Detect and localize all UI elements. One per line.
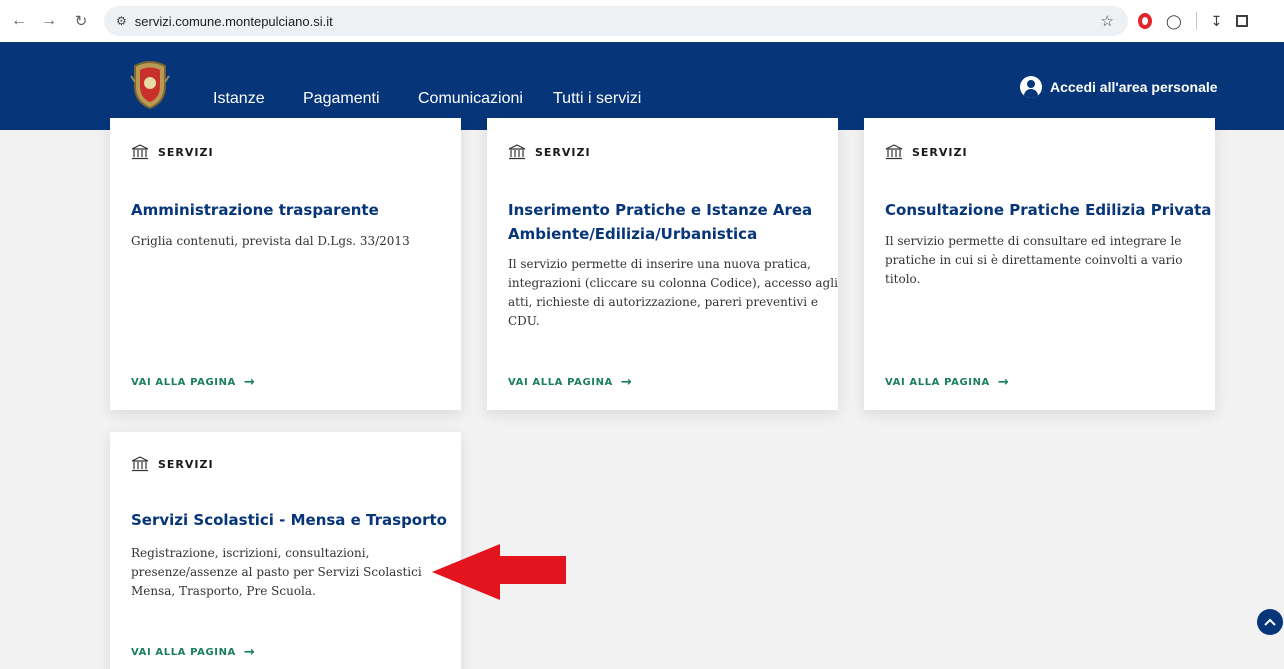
nav-item-comunicazioni[interactable]: Comunicazioni [418,90,523,108]
arrow-right-icon: → [620,375,633,390]
login-label: Accedi all'area personale [1050,79,1218,95]
card-description: Griglia contenuti, prevista dal D.Lgs. 3… [131,234,410,248]
address-bar[interactable]: ⚙ servizi.comune.montepulciano.si.it ☆ [104,6,1128,36]
card-category: SERVIZI [131,456,214,472]
service-card: SERVIZI Amministrazione trasparente Grig… [110,118,461,410]
category-label: SERVIZI [158,457,214,471]
red-arrow-icon [432,544,566,600]
nav-item-istanze[interactable]: Istanze [213,90,265,108]
nav-item-tutti-i-servizi[interactable]: Tutti i servizi [553,90,641,108]
login-button[interactable]: Accedi all'area personale [1020,76,1218,98]
card-description: Il servizio permette di inserire una nuo… [508,257,838,328]
bookmark-star-icon[interactable]: ☆ [1101,12,1114,30]
service-card: SERVIZI Consultazione Pratiche Edilizia … [864,118,1215,410]
bank-icon [508,144,526,160]
download-icon[interactable]: ↧ [1211,13,1223,30]
card-title[interactable]: Amministrazione trasparente [131,198,379,222]
card-title[interactable]: Consultazione Pratiche Edilizia Privata [885,198,1211,222]
toolbar-divider [1195,12,1197,30]
bank-icon [131,456,149,472]
side-panel-icon[interactable] [1236,15,1249,27]
card-link[interactable]: VAI ALLA PAGINA → [508,375,632,390]
card-title[interactable]: Inserimento Pratiche e Istanze Area Ambi… [508,198,812,246]
card-title[interactable]: Servizi Scolastici - Mensa e Trasporto [131,508,447,532]
back-to-top-button[interactable] [1257,609,1283,635]
arrow-right-icon: → [243,645,256,660]
card-category: SERVIZI [885,144,968,160]
arrow-right-icon: → [997,375,1010,390]
card-description: Registrazione, iscrizioni, consultazioni… [131,546,422,598]
url-text[interactable]: servizi.comune.montepulciano.si.it [135,14,333,29]
category-label: SERVIZI [158,145,214,159]
browser-toolbar: ← → ↻ ⚙ servizi.comune.montepulciano.si.… [0,0,1284,42]
service-card: SERVIZI Inserimento Pratiche e Istanze A… [487,118,838,410]
bank-icon [885,144,903,160]
forward-arrow-icon[interactable]: → [38,10,60,32]
card-link[interactable]: VAI ALLA PAGINA → [885,375,1009,390]
service-card: SERVIZI Servizi Scolastici - Mensa e Tra… [110,432,461,669]
opera-icon[interactable] [1138,13,1152,29]
arrow-right-icon: → [243,375,256,390]
user-icon [1020,76,1042,98]
card-link[interactable]: VAI ALLA PAGINA → [131,645,255,660]
back-arrow-icon[interactable]: ← [8,10,30,32]
extensions-icon[interactable]: ◯ [1166,13,1182,30]
category-label: SERVIZI [535,145,591,159]
card-description: Il servizio permette di consultare ed in… [885,234,1183,286]
bank-icon [131,144,149,160]
card-category: SERVIZI [131,144,214,160]
card-category: SERVIZI [508,144,591,160]
reload-icon[interactable]: ↻ [70,10,92,32]
nav-item-pagamenti[interactable]: Pagamenti [303,90,380,108]
site-info-icon[interactable]: ⚙ [116,14,127,28]
chevron-up-icon [1264,618,1276,626]
category-label: SERVIZI [912,145,968,159]
card-link[interactable]: VAI ALLA PAGINA → [131,375,255,390]
municipality-crest-logo[interactable] [129,56,171,110]
